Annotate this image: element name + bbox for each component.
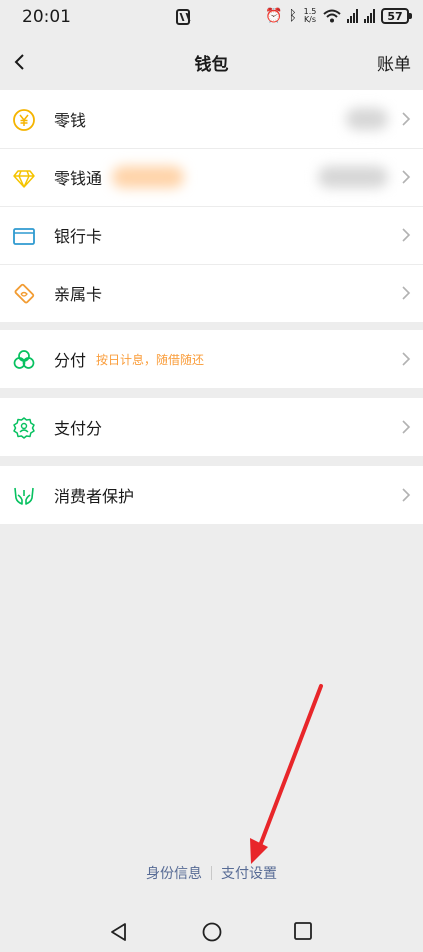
bluetooth-icon: ᛒ xyxy=(288,8,297,24)
row-consumer-protection[interactable]: 消费者保护 xyxy=(0,466,423,524)
signal-icon-2 xyxy=(364,9,375,23)
pay-settings-link[interactable]: 支付设置 xyxy=(221,863,277,883)
chevron-right-icon xyxy=(402,170,411,184)
nav-bar: 钱包 账单 xyxy=(0,34,423,90)
row-lqt[interactable]: 零钱通 xyxy=(0,148,423,206)
nfc-icon xyxy=(176,9,190,25)
credit-group: 分付 按日计息，随借随还 xyxy=(0,330,423,388)
row-pay-score[interactable]: 支付分 xyxy=(0,398,423,456)
pay-score-icon xyxy=(13,417,35,439)
identity-info-link[interactable]: 身份信息 xyxy=(146,863,202,883)
home-circle-icon[interactable] xyxy=(201,922,223,944)
fenfu-icon xyxy=(13,350,35,369)
recents-square-icon[interactable] xyxy=(293,922,313,942)
row-label: 银行卡 xyxy=(54,227,103,246)
family-card-icon xyxy=(14,283,35,304)
chevron-right-icon xyxy=(402,286,411,300)
chevron-right-icon xyxy=(402,112,411,126)
fenfu-subtitle: 按日计息，随借随还 xyxy=(96,352,205,367)
status-time: 20:01 xyxy=(22,7,71,27)
back-icon[interactable] xyxy=(10,52,30,72)
chevron-right-icon xyxy=(402,488,411,502)
yuan-coin-icon xyxy=(13,109,35,131)
row-label: 零钱 xyxy=(54,111,87,130)
score-group: 支付分 xyxy=(0,398,423,456)
row-label: 分付 xyxy=(54,351,87,370)
signal-icon xyxy=(347,9,358,23)
chevron-right-icon xyxy=(402,420,411,434)
system-nav-bar xyxy=(0,912,423,952)
row-family-card[interactable]: 亲属卡 xyxy=(0,264,423,322)
diamond-icon xyxy=(13,170,35,188)
battery-icon: 57 xyxy=(381,8,412,24)
protection-group: 消费者保护 xyxy=(0,466,423,524)
bank-card-icon xyxy=(13,228,35,245)
row-label: 零钱通 xyxy=(54,169,103,188)
row-fenfu[interactable]: 分付 按日计息，随借随还 xyxy=(0,330,423,388)
status-indicators: ⏰ ᛒ 1.5 K/s 57 xyxy=(265,7,412,25)
promo-blurred xyxy=(112,166,184,188)
page-title: 钱包 xyxy=(194,54,229,75)
footer-links: 身份信息 支付设置 xyxy=(0,863,423,883)
network-speed: 1.5 K/s xyxy=(303,7,317,24)
balance-blurred xyxy=(318,166,388,188)
row-label: 亲属卡 xyxy=(54,285,103,304)
alarm-icon: ⏰ xyxy=(265,8,283,24)
balance-blurred xyxy=(346,108,388,130)
row-bank-card[interactable]: 银行卡 xyxy=(0,206,423,264)
wallet-group: 零钱 零钱通 银行卡 亲属卡 xyxy=(0,90,423,322)
row-change[interactable]: 零钱 xyxy=(0,90,423,148)
bill-button[interactable]: 账单 xyxy=(377,50,411,75)
chevron-right-icon xyxy=(402,352,411,366)
row-label: 消费者保护 xyxy=(54,487,135,506)
row-label: 支付分 xyxy=(54,419,103,438)
status-bar: 20:01 ⏰ ᛒ 1.5 K/s 57 xyxy=(0,0,423,34)
footer-separator xyxy=(211,866,212,880)
protection-hands-icon xyxy=(14,487,34,505)
back-triangle-icon[interactable] xyxy=(109,922,129,942)
wifi-icon xyxy=(323,9,341,23)
chevron-right-icon xyxy=(402,228,411,242)
